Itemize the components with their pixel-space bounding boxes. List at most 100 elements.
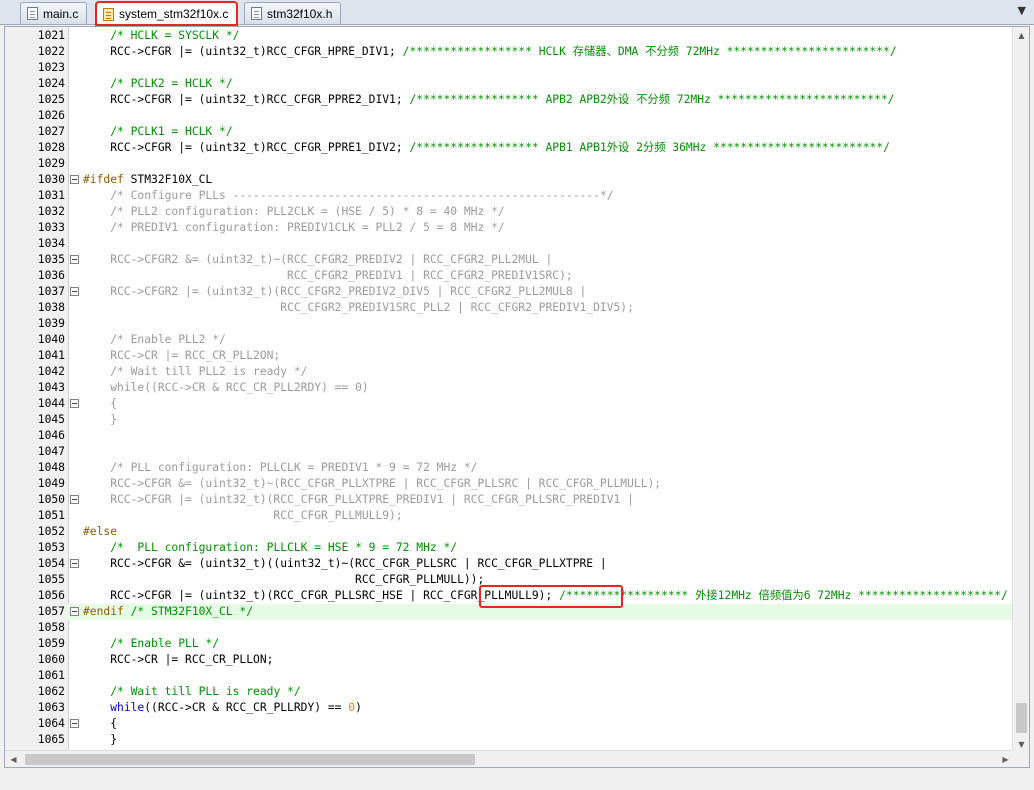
code-token: { [83,717,118,730]
code-line[interactable]: 1046 [5,428,1015,444]
code-line[interactable]: 1034 [5,236,1015,252]
fold-toggle-icon[interactable] [70,255,79,264]
code-line[interactable]: 1051 RCC_CFGR_PLLMULL9); [5,508,1015,524]
code-line[interactable]: 1023 [5,60,1015,76]
horizontal-scrollbar[interactable]: ◀ ▶ [5,750,1014,767]
fold-toggle-icon[interactable] [70,559,79,568]
code-line[interactable]: 1047 [5,444,1015,460]
code-token: /* HCLK = SYSCLK */ [110,29,240,42]
code-line[interactable]: 1033 /* PREDIV1 configuration: PREDIV1CL… [5,220,1015,236]
code-line[interactable]: 1050 RCC->CFGR |= (uint32_t)(RCC_CFGR_PL… [5,492,1015,508]
code-editor[interactable]: 1021 /* HCLK = SYSCLK */1022 RCC->CFGR |… [4,26,1030,768]
code-token: /****************** APB1 APB1外设 2分频 36MH… [409,141,890,154]
code-line[interactable]: 1022 RCC->CFGR |= (uint32_t)RCC_CFGR_HPR… [5,44,1015,60]
code-line[interactable]: 1039 [5,316,1015,332]
fold-toggle-icon[interactable] [70,607,79,616]
code-line[interactable]: 1053 /* PLL configuration: PLLCLK = HSE … [5,540,1015,556]
code-line[interactable]: 1024 /* PCLK2 = HCLK */ [5,76,1015,92]
code-line[interactable]: 1045 } [5,412,1015,428]
code-line[interactable]: 1025 RCC->CFGR |= (uint32_t)RCC_CFGR_PPR… [5,92,1015,108]
code-line[interactable]: 1062 /* Wait till PLL is ready */ [5,684,1015,700]
fold-toggle-icon[interactable] [70,287,79,296]
code-token: RCC_CFGR2_PREDIV1 | RCC_CFGR2_PREDIV1SRC… [83,269,573,282]
scroll-up-icon[interactable]: ▲ [1013,27,1029,44]
line-number: 1029 [37,157,65,170]
line-number: 1047 [37,445,65,458]
scroll-left-icon[interactable]: ◀ [5,751,22,767]
code-line[interactable]: 1049 RCC->CFGR &= (uint32_t)~(RCC_CFGR_P… [5,476,1015,492]
code-token: ) [355,701,362,714]
code-line[interactable]: 1040 /* Enable PLL2 */ [5,332,1015,348]
code-token: RCC->CFGR &= (uint32_t)((uint32_t)~(RCC_… [83,557,607,570]
code-line[interactable]: 1058 [5,620,1015,636]
code-line[interactable]: 1061 [5,668,1015,684]
file-icon [27,7,38,20]
code-token: ((RCC->CR & RCC_CR_PLL2RDY) == 0) [144,381,369,394]
line-number: 1051 [37,509,65,522]
code-lines: 1021 /* HCLK = SYSCLK */1022 RCC->CFGR |… [5,28,1015,764]
code-text: RCC->CFGR |= (uint32_t)RCC_CFGR_PPRE1_DI… [83,140,890,156]
code-line[interactable]: 1059 /* Enable PLL */ [5,636,1015,652]
code-text: RCC->CFGR |= (uint32_t)(RCC_CFGR_PLLXTPR… [83,492,634,508]
code-text: while((RCC->CR & RCC_CR_PLL2RDY) == 0) [83,380,369,396]
code-token: #endif [83,605,131,618]
code-line[interactable]: 1036 RCC_CFGR2_PREDIV1 | RCC_CFGR2_PREDI… [5,268,1015,284]
line-number: 1037 [37,285,65,298]
code-line[interactable]: 1038 RCC_CFGR2_PREDIV1SRC_PLL2 | RCC_CFG… [5,300,1015,316]
code-line[interactable]: 1026 [5,108,1015,124]
fold-toggle-icon[interactable] [70,175,79,184]
vertical-scroll-thumb[interactable] [1016,703,1027,733]
code-text: RCC->CFGR &= (uint32_t)~(RCC_CFGR_PLLXTP… [83,476,661,492]
code-text: RCC->CFGR |= (uint32_t)RCC_CFGR_HPRE_DIV… [83,44,896,60]
tab-stm32f10x-h[interactable]: stm32f10x.h [244,2,342,24]
code-text: /* PLL configuration: PLLCLK = HSE * 9 =… [83,540,457,556]
code-line[interactable]: 1044 { [5,396,1015,412]
fold-toggle-icon[interactable] [70,399,79,408]
code-line[interactable]: 1031 /* Configure PLLs -----------------… [5,188,1015,204]
line-number: 1038 [37,301,65,314]
code-line[interactable]: 1021 /* HCLK = SYSCLK */ [5,28,1015,44]
code-line[interactable]: 1065 } [5,732,1015,748]
fold-toggle-icon[interactable] [70,495,79,504]
line-number: 1026 [37,109,65,122]
tab-main-c[interactable]: main.c [20,2,88,24]
code-token: RCC->CR |= RCC_CR_PLLON; [83,653,274,666]
code-token: RCC->CFGR |= (uint32_t)(RCC_CFGR_PLLXTPR… [83,493,634,506]
code-text: /* PREDIV1 configuration: PREDIV1CLK = P… [83,220,504,236]
code-line[interactable]: 1042 /* Wait till PLL2 is ready */ [5,364,1015,380]
vertical-scrollbar[interactable]: ▲ ▼ [1012,27,1029,753]
code-line[interactable]: 1028 RCC->CFGR |= (uint32_t)RCC_CFGR_PPR… [5,140,1015,156]
code-token: RCC->CFGR2 |= (uint32_t)(RCC_CFGR2_PREDI… [83,285,587,298]
code-line[interactable]: 1054 RCC->CFGR &= (uint32_t)((uint32_t)~… [5,556,1015,572]
code-line[interactable]: 1043 while((RCC->CR & RCC_CR_PLL2RDY) ==… [5,380,1015,396]
code-line[interactable]: 1030 #ifdef STM32F10X_CL [5,172,1015,188]
code-line[interactable]: 1052 #else [5,524,1015,540]
line-number: 1045 [37,413,65,426]
file-icon [103,7,114,21]
code-line[interactable]: 1029 [5,156,1015,172]
code-token: while [110,381,145,394]
code-line[interactable]: 1035 RCC->CFGR2 &= (uint32_t)~(RCC_CFGR2… [5,252,1015,268]
code-line[interactable]: 1063 while((RCC->CR & RCC_CR_PLLRDY) == … [5,700,1015,716]
code-text: /* PLL configuration: PLLCLK = PREDIV1 *… [83,460,477,476]
chevron-down-icon[interactable]: ▼ [1018,4,1026,17]
line-number: 1052 [37,525,65,538]
fold-toggle-icon[interactable] [70,719,79,728]
code-line[interactable]: 1037 RCC->CFGR2 |= (uint32_t)(RCC_CFGR2_… [5,284,1015,300]
editor-tab-bar: main.c system_stm32f10x.c stm32f10x.h ▼ [0,0,1034,26]
code-line[interactable]: 1027 /* PCLK1 = HCLK */ [5,124,1015,140]
code-line[interactable]: 1064 { [5,716,1015,732]
code-text: RCC_CFGR_PLLMULL)); [83,572,484,588]
code-line[interactable]: 1048 /* PLL configuration: PLLCLK = PRED… [5,460,1015,476]
line-number: 1057 [5,604,65,620]
tab-system-stm32f10x-c[interactable]: system_stm32f10x.c [94,1,239,26]
code-token: while [110,701,145,714]
code-text: RCC->CR |= RCC_CR_PLLON; [83,652,273,668]
code-line[interactable]: 1032 /* PLL2 configuration: PLL2CLK = (H… [5,204,1015,220]
code-token: /* Wait till PLL2 is ready */ [83,365,308,378]
code-line[interactable]: 1041 RCC->CR |= RCC_CR_PLL2ON; [5,348,1015,364]
code-token: } [83,413,118,426]
code-line[interactable]: 1060 RCC->CR |= RCC_CR_PLLON; [5,652,1015,668]
horizontal-scroll-thumb[interactable] [25,754,475,765]
